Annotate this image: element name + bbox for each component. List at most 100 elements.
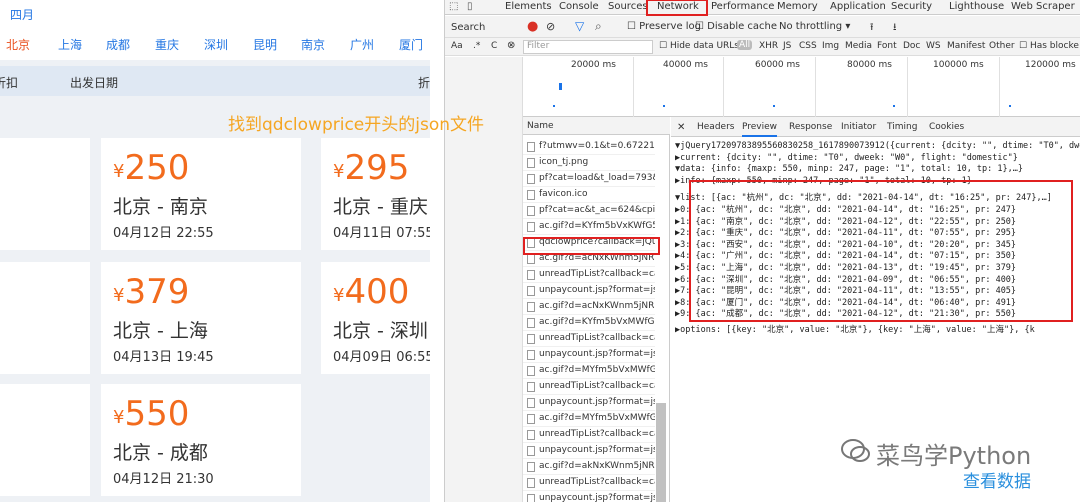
request-row[interactable]: ac.gif?d=akNxKWnm5jNRKV <box>523 459 655 475</box>
regex-icon[interactable]: .* <box>473 41 480 51</box>
flight-card[interactable]: ¥295 北京 - 重庆 04月11日 07:55 <box>321 138 430 250</box>
request-row[interactable]: unreadTipList?callback=callb <box>523 331 655 347</box>
detail-tab-response[interactable]: Response <box>789 122 832 132</box>
request-row[interactable]: f?utmwv=0.1&t=0.6722195 <box>523 139 655 155</box>
detail-tab-initiator[interactable]: Initiator <box>841 122 876 132</box>
case-icon[interactable]: C <box>491 41 497 51</box>
font-size-icon[interactable]: Aa <box>451 41 463 51</box>
request-row[interactable]: pf?cat=ac&t_ac=624&cpid= <box>523 203 655 219</box>
request-row[interactable]: unpaycount.jsp?format=js& <box>523 491 655 502</box>
filter-type-xhr[interactable]: XHR <box>759 41 778 51</box>
tab-elements[interactable]: Elements <box>505 1 552 12</box>
flight-card-partial[interactable] <box>0 138 90 250</box>
request-row[interactable]: ac.gif?d=acNxKWnm5jNRKV <box>523 299 655 315</box>
tab-application[interactable]: Application <box>830 1 886 12</box>
json-line[interactable]: ▶options: [{key: "北京", value: "北京"}, {ke… <box>675 323 1035 335</box>
request-row[interactable]: ac.gif?d=MYfm5bVxMWfG5t <box>523 363 655 379</box>
disable-cache-checkbox[interactable]: ☐ Disable cache <box>695 21 777 32</box>
close-detail-icon[interactable]: ✕ <box>677 122 685 133</box>
city-tab-chengdu[interactable]: 成都 <box>106 36 130 53</box>
file-icon <box>527 398 535 408</box>
name-column-header[interactable]: Name <box>523 117 670 135</box>
city-tab-chongqing[interactable]: 重庆 <box>155 36 179 53</box>
tab-security[interactable]: Security <box>891 1 932 12</box>
request-name: unreadTipList?callback=callb <box>539 269 655 279</box>
city-tab-nanjing[interactable]: 南京 <box>301 36 325 53</box>
pane-divider[interactable] <box>430 0 444 502</box>
flight-card[interactable]: ¥379 北京 - 上海 04月13日 19:45 <box>101 262 301 374</box>
has-blocked-checkbox[interactable]: ☐ Has blocke <box>1019 41 1079 51</box>
flight-card-partial[interactable] <box>0 384 90 496</box>
close-icon[interactable]: ⊗ <box>507 40 515 51</box>
tab-performance[interactable]: Performance <box>711 1 774 12</box>
detail-tab-cookies[interactable]: Cookies <box>929 122 964 132</box>
request-list-scrollbar[interactable] <box>656 403 666 502</box>
export-har-icon[interactable]: ⭳ <box>893 20 897 37</box>
filter-type-doc[interactable]: Doc <box>903 41 920 51</box>
request-row[interactable]: pf?cat=load&t_load=793&c <box>523 171 655 187</box>
city-tab-xiamen[interactable]: 厦门 <box>399 36 423 53</box>
tab-memory[interactable]: Memory <box>777 1 818 12</box>
month-label[interactable]: 四月 <box>10 6 34 23</box>
request-row[interactable]: unreadTipList?callback=callb <box>523 475 655 491</box>
detail-tab-preview[interactable]: Preview <box>742 122 778 137</box>
tab-lighthouse[interactable]: Lighthouse <box>949 1 1004 12</box>
file-icon <box>527 350 535 360</box>
request-row[interactable]: favicon.ico <box>523 187 655 203</box>
filter-type-css[interactable]: CSS <box>799 41 817 51</box>
device-toggle-icon[interactable]: ▯ <box>467 1 473 12</box>
sort-discount[interactable]: 折扣 <box>0 74 18 91</box>
filter-type-img[interactable]: Img <box>822 41 839 51</box>
tab-web-scraper[interactable]: Web Scraper <box>1011 1 1075 12</box>
tab-console[interactable]: Console <box>559 1 599 12</box>
flight-card-partial[interactable] <box>0 262 90 374</box>
tab-sources[interactable]: Sources <box>608 1 648 12</box>
json-line[interactable]: ▶current: {dcity: "", dtime: "T0", dweek… <box>675 153 1018 163</box>
inspect-icon[interactable]: ⬚ <box>449 1 458 12</box>
filter-type-font[interactable]: Font <box>877 41 897 51</box>
request-row[interactable]: unpaycount.jsp?format=js& <box>523 347 655 363</box>
request-row[interactable]: unpaycount.jsp?format=js& <box>523 395 655 411</box>
city-tab-kunming[interactable]: 昆明 <box>253 36 277 53</box>
request-row[interactable]: icon_tj.png <box>523 155 655 171</box>
filter-icon[interactable]: ▽ <box>575 19 584 33</box>
record-icon[interactable]: ● <box>527 19 538 34</box>
detail-tab-headers[interactable]: Headers <box>697 122 734 132</box>
search-label[interactable]: Search <box>451 22 485 33</box>
import-har-icon[interactable]: ⭱ <box>870 20 874 37</box>
city-tab-beijing[interactable]: 北京 <box>6 36 30 53</box>
request-row[interactable]: ac.gif?d=KYfm5bVxKWfG53 <box>523 219 655 235</box>
clear-icon[interactable]: ⊘ <box>546 20 555 33</box>
flight-card[interactable]: ¥250 北京 - 南京 04月12日 22:55 <box>101 138 301 250</box>
request-row[interactable]: unreadTipList?callback=callb <box>523 379 655 395</box>
network-timeline[interactable]: 20000 ms 40000 ms 60000 ms 80000 ms 1000… <box>523 57 1080 117</box>
request-row[interactable]: unpaycount.jsp?format=js& <box>523 443 655 459</box>
filter-type-all[interactable]: All <box>737 40 753 50</box>
city-tab-shenzhen[interactable]: 深圳 <box>204 36 228 53</box>
throttling-select[interactable]: No throttling ▾ <box>779 21 850 32</box>
preserve-log-checkbox[interactable]: ☐ Preserve log <box>627 21 701 32</box>
request-row[interactable]: ac.gif?d=MYfm5bVxMWfG5t <box>523 411 655 427</box>
filter-type-js[interactable]: JS <box>783 41 791 51</box>
json-line[interactable]: ▼jQuery17209783895560830258_161789007391… <box>675 141 1080 151</box>
request-row[interactable]: unreadTipList?callback=callb <box>523 267 655 283</box>
hide-data-urls-checkbox[interactable]: ☐ Hide data URLs <box>659 41 739 51</box>
filter-type-manifest[interactable]: Manifest <box>947 41 985 51</box>
timeline-tick: 100000 ms <box>933 60 984 70</box>
sort-date[interactable]: 出发日期 <box>70 74 118 91</box>
filter-type-media[interactable]: Media <box>845 41 872 51</box>
city-tab-guangzhou[interactable]: 广州 <box>350 36 374 53</box>
detail-tab-timing[interactable]: Timing <box>887 122 917 132</box>
filter-type-other[interactable]: Other <box>989 41 1015 51</box>
json-line[interactable]: ▼data: {info: {maxp: 550, minp: 247, pag… <box>675 164 1023 174</box>
city-tab-shanghai[interactable]: 上海 <box>58 36 82 53</box>
filter-input[interactable]: Filter <box>523 40 653 54</box>
filter-type-ws[interactable]: WS <box>926 41 941 51</box>
request-row[interactable]: unreadTipList?callback=callb <box>523 427 655 443</box>
flight-card[interactable]: ¥550 北京 - 成都 04月12日 21:30 <box>101 384 301 496</box>
request-row[interactable]: unpaycount.jsp?format=js& <box>523 283 655 299</box>
request-row[interactable]: ac.gif?d=KYfm5bVxMWfG5z <box>523 315 655 331</box>
search-icon[interactable]: ⌕ <box>595 19 602 34</box>
sort-right[interactable]: 折 <box>418 74 430 91</box>
flight-card[interactable]: ¥400 北京 - 深圳 04月09日 06:55 <box>321 262 430 374</box>
